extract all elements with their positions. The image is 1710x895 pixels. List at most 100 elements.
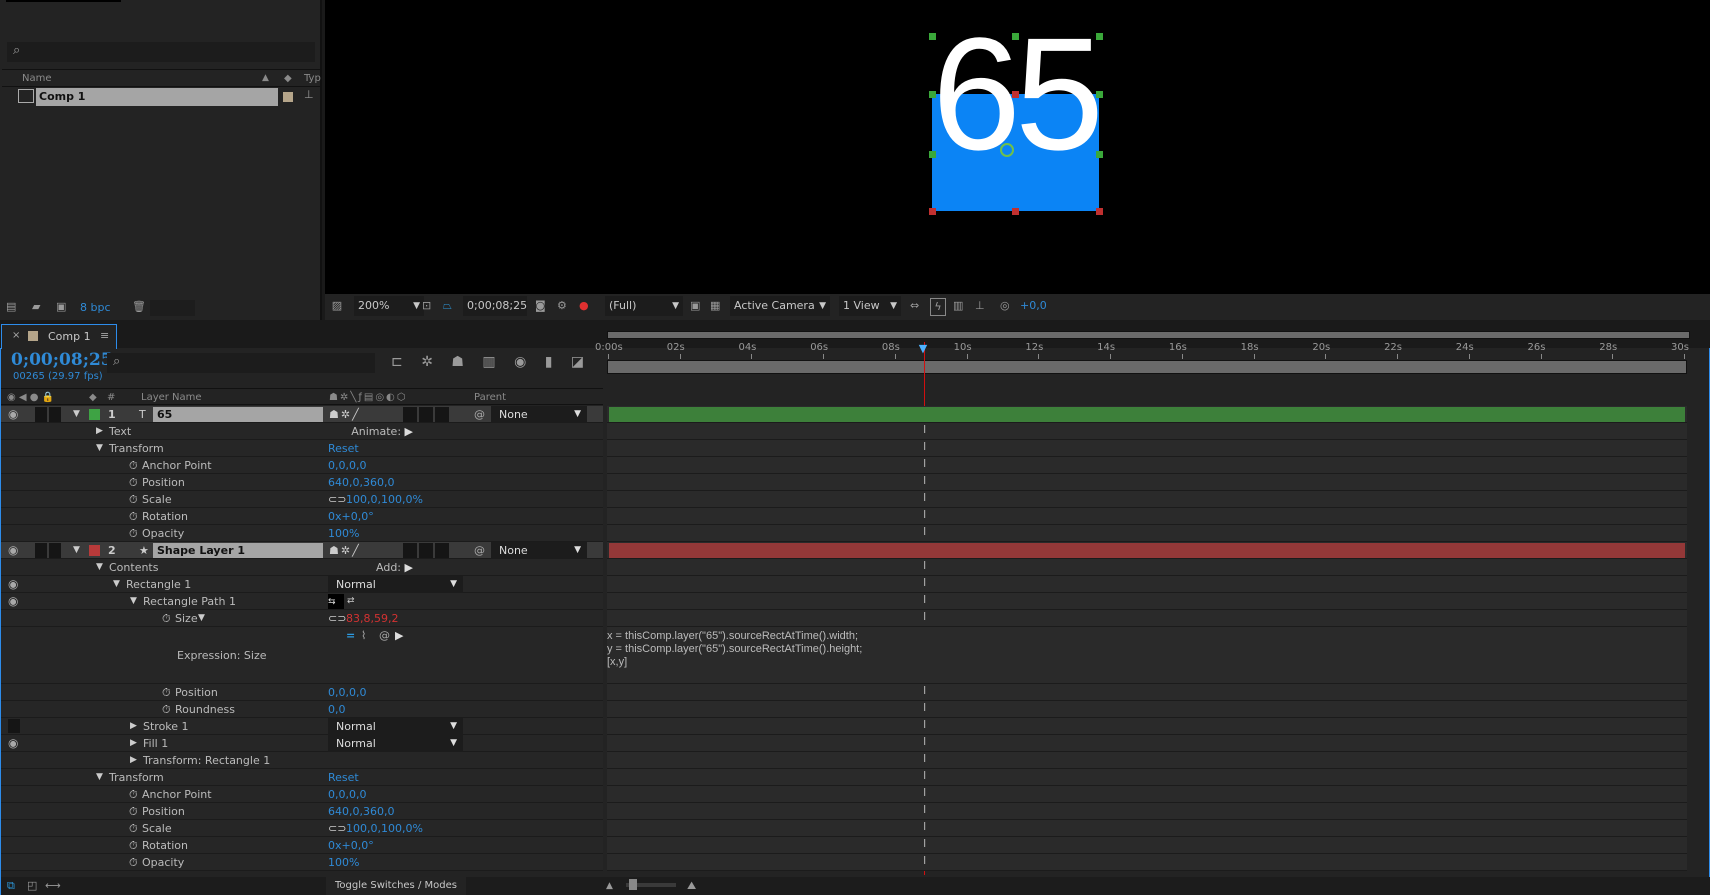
eye-visibility-icon[interactable]: ◉ bbox=[8, 406, 18, 423]
layer-search-input[interactable]: ⌕ bbox=[107, 353, 375, 373]
eye-visibility-icon[interactable]: ◉ bbox=[8, 576, 18, 593]
property-value[interactable]: 0x+0,0° bbox=[328, 837, 374, 854]
parent-dropdown[interactable]: None ▼ bbox=[491, 406, 587, 423]
property-value[interactable]: 100% bbox=[328, 525, 359, 542]
layer-name-column-header[interactable]: Layer Name bbox=[141, 389, 202, 406]
magnification-dropdown[interactable]: 200% ▼ bbox=[354, 296, 424, 316]
label-color[interactable] bbox=[89, 545, 100, 556]
stopwatch-icon[interactable]: ⏱ bbox=[129, 508, 138, 525]
exposure-icon[interactable]: ◎ bbox=[1000, 296, 1010, 316]
draft-3d-icon[interactable]: ✲ bbox=[421, 354, 435, 370]
zoom-out-icon[interactable]: ▲ bbox=[606, 877, 613, 895]
twirl-down-icon[interactable]: ▼ bbox=[96, 559, 103, 576]
property-value[interactable]: 100% bbox=[328, 854, 359, 871]
transform-handle[interactable] bbox=[929, 91, 936, 98]
timeline-icon[interactable]: ▥ bbox=[953, 296, 963, 316]
property-row[interactable]: ⏱ Position 640,0,360,0 bbox=[1, 474, 603, 491]
twirl-down-icon[interactable]: ▼ bbox=[113, 576, 120, 593]
current-time-display[interactable]: 0;00;08;25 bbox=[463, 296, 527, 316]
property-value[interactable]: 0,0,0,0 bbox=[328, 684, 366, 701]
stopwatch-icon[interactable]: ⏱ bbox=[162, 701, 171, 718]
transform-handle[interactable] bbox=[929, 33, 936, 40]
cti-head-icon[interactable]: ▼ bbox=[919, 342, 927, 355]
property-row[interactable]: ⏱ Scale ⊂⊃ 100,0,100,0% bbox=[1, 820, 603, 837]
parent-dropdown[interactable]: None ▼ bbox=[491, 542, 587, 559]
property-row[interactable]: ⏱ Position 0,0,0,0 bbox=[1, 684, 603, 701]
type-column-header[interactable]: Typ bbox=[304, 70, 321, 87]
expression-graph-icon[interactable]: ⌇ bbox=[361, 627, 366, 644]
blend-mode-dropdown[interactable]: Normal ▼ bbox=[328, 735, 463, 752]
property-value[interactable]: 100,0,100,0% bbox=[346, 820, 423, 837]
mode-switch[interactable] bbox=[403, 407, 417, 422]
layer-row[interactable]: ◉ ▼ 2 ★ Shape Layer 1 ☗✲╱ @ None ▼ bbox=[1, 542, 603, 559]
blend-mode-dropdown[interactable]: Normal ▼ bbox=[328, 576, 463, 593]
pick-whip-icon[interactable]: @ bbox=[474, 406, 485, 423]
property-row[interactable]: ⏱ Rotation 0x+0,0° bbox=[1, 837, 603, 854]
channel-rgb-icon[interactable]: ● bbox=[579, 296, 589, 316]
property-value[interactable]: 0x+0,0° bbox=[328, 508, 374, 525]
stopwatch-icon[interactable]: ⏱ bbox=[129, 854, 138, 871]
twirl-right-icon[interactable]: ▶ bbox=[96, 423, 103, 440]
trash-icon[interactable]: 🗑 bbox=[132, 300, 146, 313]
property-row[interactable]: ▼ Transform Reset bbox=[1, 769, 603, 786]
property-value[interactable]: 0,0 bbox=[328, 701, 346, 718]
name-column-header[interactable]: Name bbox=[22, 70, 52, 87]
mode-switch[interactable] bbox=[403, 543, 417, 558]
property-row[interactable]: ⏱ Anchor Point 0,0,0,0 bbox=[1, 786, 603, 803]
lock-switch[interactable] bbox=[49, 543, 61, 558]
constrain-proportions-icon[interactable]: ⊂⊃ bbox=[328, 610, 346, 627]
twirl-down-icon[interactable]: ▼ bbox=[130, 593, 137, 610]
property-value[interactable]: 100,0,100,0% bbox=[346, 491, 423, 508]
visibility-switch[interactable] bbox=[8, 719, 20, 733]
transform-handle[interactable] bbox=[1012, 33, 1019, 40]
property-row[interactable]: ▼ Contents Add: ▶ bbox=[1, 559, 603, 576]
layer-switches[interactable]: ☗✲╱ bbox=[329, 406, 361, 423]
eye-visibility-icon[interactable]: ◉ bbox=[8, 593, 18, 610]
zoom-in-icon[interactable]: ⛰ bbox=[687, 877, 696, 895]
label-color[interactable] bbox=[89, 409, 100, 420]
mode-switch[interactable] bbox=[419, 407, 433, 422]
in-out-toggle-icon[interactable]: ⟷ bbox=[45, 877, 61, 895]
fast-previews-icon[interactable]: ϟ bbox=[930, 298, 946, 316]
always-preview-icon[interactable]: ▨ bbox=[329, 296, 345, 316]
blend-mode-dropdown[interactable]: Normal ▼ bbox=[328, 718, 463, 735]
expression-code-line[interactable]: x = thisComp.layer("65").sourceRectAtTim… bbox=[607, 630, 858, 642]
view-layout-dropdown[interactable]: 1 View ▼ bbox=[839, 296, 901, 316]
transparency-grid-icon[interactable]: ⏢ bbox=[443, 296, 452, 316]
constrain-proportions-icon[interactable]: ⊂⊃ bbox=[328, 820, 346, 837]
property-row[interactable]: ▶ Text Animate: ▶ bbox=[1, 423, 603, 440]
property-row[interactable]: ▼ ⏱ Size ⊂⊃ 83,8,59,2 bbox=[1, 610, 603, 627]
camera-dropdown[interactable]: Active Camera ▼ bbox=[730, 296, 830, 316]
property-value[interactable]: 83,8,59,2 bbox=[346, 610, 398, 627]
twirl-right-icon[interactable]: ▶ bbox=[130, 718, 137, 735]
property-row[interactable]: ⏱ Position 640,0,360,0 bbox=[1, 803, 603, 820]
motion-blur-icon[interactable]: ◉ bbox=[514, 354, 528, 370]
property-row[interactable]: ▶ Stroke 1 Normal ▼ bbox=[1, 718, 603, 735]
expression-pickwhip-icon[interactable]: @ bbox=[379, 627, 390, 644]
frame-blending-icon[interactable]: ▥ bbox=[482, 354, 497, 370]
pixel-aspect-icon[interactable]: ⇔ bbox=[910, 296, 919, 316]
expression-language-menu-icon[interactable]: ▶ bbox=[395, 627, 403, 644]
property-value[interactable]: 0,0,0,0 bbox=[328, 457, 366, 474]
label-color-swatch[interactable] bbox=[283, 92, 293, 102]
checkerboard-icon[interactable]: ▦ bbox=[710, 296, 720, 316]
property-row[interactable]: ◉ ▼ Rectangle Path 1 ⇆ ⇄ bbox=[1, 593, 603, 610]
time-ruler[interactable]: 0:00s 02s 04s 06s 08s 10s 12s 14s 16s 18s 20s 22s 24… bbox=[595, 340, 1689, 360]
transform-handle[interactable] bbox=[1096, 151, 1103, 158]
composition-mini-flowchart-icon[interactable]: ⊏ bbox=[391, 354, 405, 370]
reset-link[interactable]: Reset bbox=[328, 769, 359, 786]
property-row[interactable]: ⏱ Opacity 100% bbox=[1, 525, 603, 542]
property-row[interactable]: ◉ ▼ Rectangle 1 Normal ▼ bbox=[1, 576, 603, 593]
stopwatch-icon[interactable]: ⏱ bbox=[129, 820, 138, 837]
stopwatch-icon[interactable]: ⏱ bbox=[129, 457, 138, 474]
shy-layers-icon[interactable]: ☗ bbox=[451, 354, 466, 370]
twirl-right-icon[interactable]: ▶ bbox=[130, 752, 137, 769]
tab-comp-1[interactable]: × Comp 1 ≡ bbox=[1, 324, 117, 349]
mode-switch[interactable] bbox=[419, 543, 433, 558]
region-of-interest-icon[interactable]: ⊡ bbox=[422, 296, 431, 316]
twirl-down-icon[interactable]: ▼ bbox=[73, 542, 80, 559]
stopwatch-icon[interactable]: ⏱ bbox=[129, 786, 138, 803]
property-value[interactable]: 0,0,0,0 bbox=[328, 786, 366, 803]
tab-menu-icon[interactable]: ≡ bbox=[100, 329, 109, 342]
property-value[interactable]: 640,0,360,0 bbox=[328, 474, 394, 491]
